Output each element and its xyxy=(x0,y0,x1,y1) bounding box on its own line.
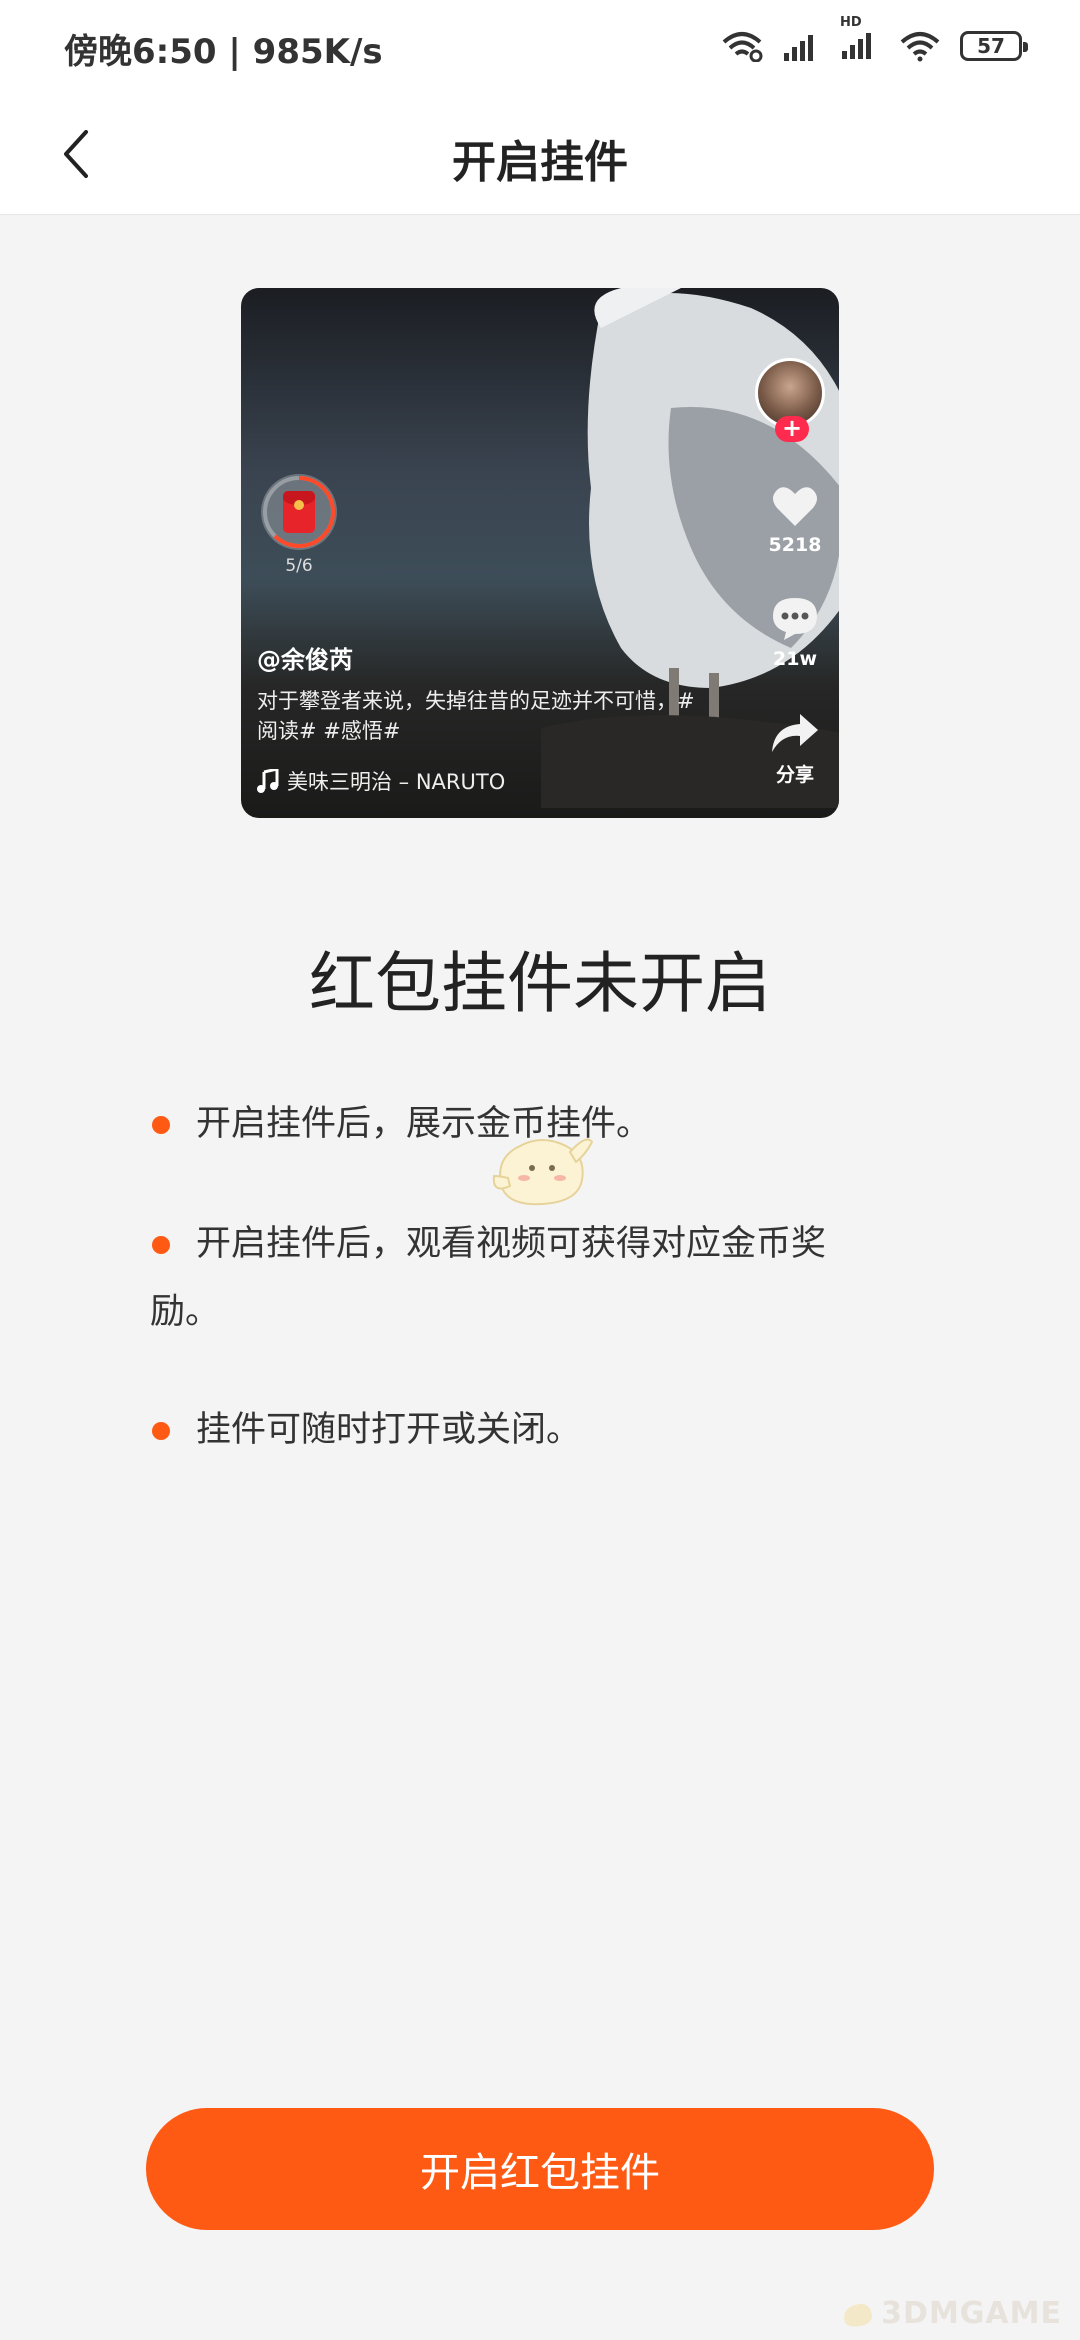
follow-plus-badge[interactable]: + xyxy=(775,416,809,442)
like-action[interactable]: 5218 xyxy=(755,484,835,556)
list-item-text: 挂件可随时打开或关闭。 xyxy=(196,1410,582,1450)
watermark-text: 3DMGAME xyxy=(881,2296,1062,2331)
list-item-text: 开启挂件后，观看视频可获得对应金币奖励。 xyxy=(150,1224,827,1332)
mascot-icon xyxy=(492,1138,594,1206)
redpack-count: 5/6 xyxy=(285,556,313,576)
watermark-logo-icon xyxy=(844,2303,873,2327)
widget-preview-image: + 5/6 5218 21w 分享 @余俊芮 对于攀登者来说，失掉往昔的足迹并不… xyxy=(241,288,839,818)
wifi-link-icon xyxy=(722,32,763,62)
bullet-dot-icon xyxy=(152,1422,170,1440)
share-arrow-icon xyxy=(772,714,818,752)
nav-bar: 开启挂件 xyxy=(0,96,1080,215)
share-label: 分享 xyxy=(775,764,814,786)
hd-label: HD xyxy=(840,15,862,30)
music-title: 美味三明治 – NARUTO xyxy=(287,770,506,794)
comment-count: 21w xyxy=(773,648,817,670)
video-caption: 对于攀登者来说，失掉往昔的足迹并不可惜，#阅读# #感悟# xyxy=(257,689,695,743)
share-action[interactable]: 分享 xyxy=(755,712,835,787)
battery-indicator: 57 xyxy=(960,31,1028,61)
music-note-icon xyxy=(257,769,279,793)
status-icons: HD 57 xyxy=(720,15,1028,66)
list-item: 挂件可随时打开或关闭。 xyxy=(150,1396,890,1464)
music-info[interactable]: 美味三明治 – NARUTO xyxy=(257,766,505,796)
signal-hd-icon xyxy=(842,33,871,59)
widget-status-headline: 红包挂件未开启 xyxy=(309,945,771,1022)
site-watermark: 3DMGAME xyxy=(841,2296,1062,2331)
status-time: 傍晚6:50 | 985K/s xyxy=(64,32,383,72)
red-envelope-icon xyxy=(283,491,315,533)
signal-icon xyxy=(784,35,813,61)
page-title: 开启挂件 xyxy=(452,137,628,188)
redpack-widget[interactable] xyxy=(261,474,337,550)
comment-action[interactable]: 21w xyxy=(755,596,835,670)
author-name[interactable]: @余俊芮 xyxy=(257,640,353,675)
like-count: 5218 xyxy=(768,534,822,556)
hd-signal: HD xyxy=(840,15,880,63)
status-bar: 傍晚6:50 | 985K/s HD 57 xyxy=(0,0,1080,96)
bullet-dot-icon xyxy=(152,1116,170,1134)
list-item: 开启挂件后，观看视频可获得对应金币奖励。 xyxy=(150,1210,890,1346)
bullet-dot-icon xyxy=(152,1236,170,1254)
enable-widget-button[interactable]: 开启红包挂件 xyxy=(146,2108,934,2230)
wifi-icon xyxy=(900,32,940,62)
comment-icon xyxy=(773,598,817,640)
heart-icon xyxy=(773,487,817,526)
